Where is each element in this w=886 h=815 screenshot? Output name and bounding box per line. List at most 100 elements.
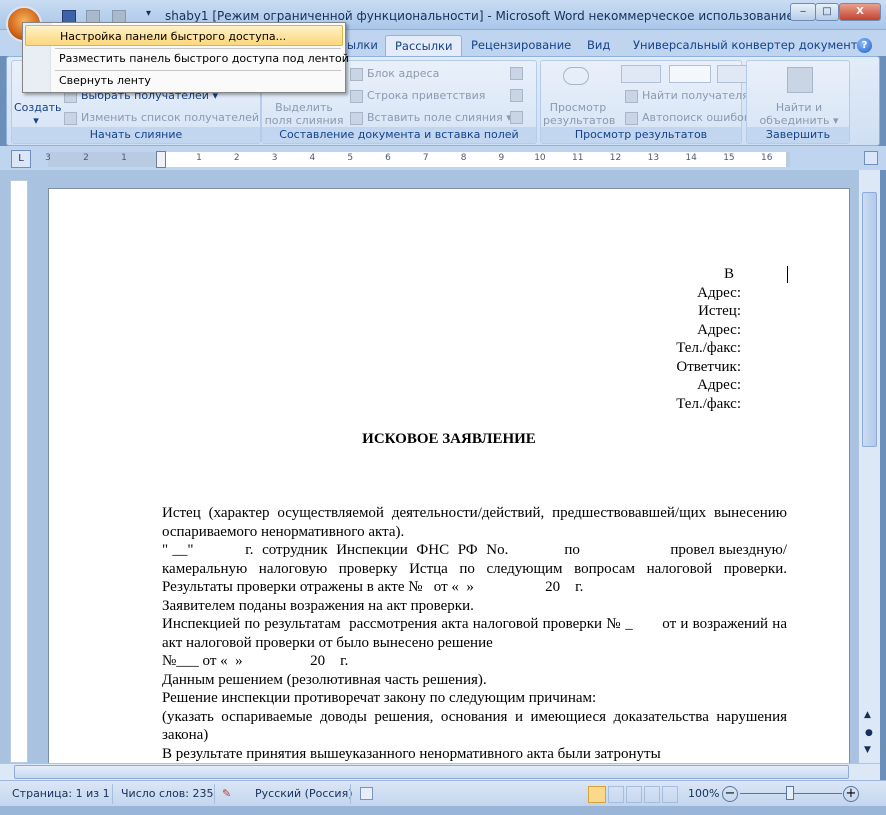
ruler-number: 15 <box>723 153 735 163</box>
zoom-level[interactable]: 100% <box>688 787 719 800</box>
document-page[interactable]: В Адрес: Истец: Адрес: Тел./факс: Ответчик: Ад… <box>48 188 850 788</box>
text-cursor <box>787 266 788 283</box>
menu-item-qat-below-ribbon[interactable]: Разместить панель быстрого доступа под л… <box>25 48 349 69</box>
tab-review[interactable]: Рецензирование <box>462 35 580 56</box>
ruler-number: 3 <box>45 153 51 163</box>
find-icon <box>625 89 638 103</box>
outline-view-button[interactable] <box>644 786 660 803</box>
ruler-number: 14 <box>685 153 697 163</box>
edit-recipients-button[interactable]: Изменить список получателей <box>64 111 259 125</box>
check-icon <box>625 111 638 125</box>
paragraph: Инспекцией по результатам рассмотрения а… <box>162 616 791 651</box>
label: Строка приветствия <box>367 89 486 102</box>
close-button[interactable]: X <box>839 3 881 21</box>
web-layout-view-button[interactable] <box>626 786 642 803</box>
ruler-number: 12 <box>609 153 622 163</box>
highlight-fields-button[interactable]: Выделить поля слияния <box>264 101 344 127</box>
tab-view[interactable]: Вид <box>578 35 619 56</box>
update-labels-icon[interactable] <box>510 111 523 124</box>
language[interactable]: Русский (Россия) <box>255 787 353 800</box>
group-label: Начать слияние <box>12 127 260 143</box>
next-page-icon[interactable]: ▼ <box>864 745 871 755</box>
paragraph: Решение инспекции противоречат закону по… <box>162 690 597 706</box>
label: Изменить список получателей <box>81 111 260 124</box>
ruler-number: 13 <box>647 153 660 163</box>
header-line: Тел./факс: <box>676 395 741 412</box>
zoom-in-button[interactable]: + <box>843 786 859 802</box>
menu-item-minimize-ribbon[interactable]: Свернуть ленту <box>25 70 343 91</box>
create-button[interactable]: Создать ▾ <box>14 101 62 127</box>
header-line: Истец: <box>698 303 741 319</box>
header-line: В <box>723 266 734 282</box>
header-line: Адрес: <box>697 284 741 301</box>
print-layout-view-button[interactable] <box>588 786 606 803</box>
status-bar: Страница: 1 из 1 Число слов: 235 ✎ Русск… <box>0 780 886 806</box>
indent-marker[interactable] <box>156 151 166 168</box>
label: Блок адреса <box>367 67 440 80</box>
auto-check-errors-button[interactable]: Автопоиск ошибок <box>625 111 751 125</box>
ruler-number: 16 <box>761 153 773 163</box>
draft-view-button[interactable] <box>662 786 678 803</box>
tab-converter[interactable]: Универсальный конвертер документов <box>624 35 880 56</box>
edit-list-icon <box>64 111 77 125</box>
minimize-button[interactable]: ‒ <box>790 3 816 21</box>
spelling-icon[interactable]: ✎ <box>222 787 231 800</box>
ruler-number: 2 <box>233 153 240 163</box>
paragraph: Данным решением (резолютивная часть реше… <box>162 671 487 688</box>
preview-results-button[interactable]: Просмотр результатов <box>543 101 615 127</box>
browse-object-icon[interactable]: ● <box>865 728 873 738</box>
greeting-icon <box>350 89 363 103</box>
prev-page-icon[interactable]: ▲ <box>864 710 871 720</box>
document-title: ИСКОВОЕ ЗАЯВЛЕНИЕ <box>362 431 536 447</box>
record-number-input[interactable] <box>669 65 711 83</box>
ruler-number: 2 <box>83 153 89 163</box>
paragraph: №___ от « » 20 г. <box>162 653 349 669</box>
scroll-thumb[interactable] <box>14 765 849 779</box>
paragraph: (указать оспариваемые доводы решения, ос… <box>162 708 787 744</box>
page-count[interactable]: Страница: 1 из 1 <box>12 787 110 800</box>
merge-icon <box>787 67 813 93</box>
ruler-number: 6 <box>385 153 391 163</box>
scroll-thumb[interactable] <box>862 192 877 447</box>
label: Вставить поле слияния <box>367 111 503 124</box>
horizontal-scrollbar[interactable] <box>0 763 880 780</box>
qat-customize-icon[interactable]: ▾ <box>146 8 151 19</box>
horizontal-ruler[interactable]: 3 2 1 1 2 3 4 5 6 7 8 9 10 11 12 13 14 15 16 <box>45 151 790 168</box>
ruler-number: 11 <box>572 153 584 163</box>
ruler-number: 3 <box>271 153 278 163</box>
macro-icon[interactable] <box>360 787 373 800</box>
zoom-slider-thumb[interactable] <box>786 786 794 800</box>
group-preview: Просмотр результатов Найти получателя Ав… <box>540 60 755 144</box>
label: Найти и объединить <box>759 101 830 127</box>
vertical-ruler[interactable] <box>10 180 28 763</box>
rules-icon[interactable] <box>510 67 523 80</box>
word-count[interactable]: Число слов: 235 <box>121 787 214 800</box>
create-label: Создать <box>14 101 62 114</box>
vertical-scrollbar[interactable]: ▲ ● ▼ <box>858 170 880 763</box>
header-line: Адрес: <box>697 321 741 338</box>
ruler-number: 8 <box>460 153 467 163</box>
tab-mailings[interactable]: Рассылки <box>385 35 463 56</box>
ruler-number: 10 <box>534 153 546 163</box>
match-fields-icon[interactable] <box>510 89 523 102</box>
full-screen-view-button[interactable] <box>608 786 624 803</box>
menu-item-customize-qat[interactable]: Настройка панели быстрого доступа... <box>25 25 343 46</box>
paragraph: Истец (характер осуществляемой деятельно… <box>162 505 787 540</box>
first-prev-record-buttons[interactable] <box>621 65 661 83</box>
ruler-number: 1 <box>121 153 127 163</box>
maximize-button[interactable]: □ <box>815 3 839 21</box>
preview-icon <box>563 67 589 85</box>
finish-merge-button[interactable]: Найти и объединить ▾ <box>749 101 849 127</box>
qat-context-menu: Настройка панели быстрого доступа... Раз… <box>22 22 349 93</box>
find-recipient-button[interactable]: Найти получателя <box>625 89 749 103</box>
group-finish: Найти и объединить ▾ Завершить <box>746 60 850 144</box>
insert-merge-field-button[interactable]: Вставить поле слияния ▾ <box>350 111 512 125</box>
merge-field-icon <box>350 111 363 125</box>
window-frame-bottom <box>0 806 886 815</box>
help-icon[interactable]: ? <box>857 38 872 53</box>
zoom-out-button[interactable]: − <box>722 786 738 802</box>
greeting-line-button[interactable]: Строка приветствия <box>350 89 485 103</box>
address-block-button[interactable]: Блок адреса <box>350 67 439 81</box>
view-ruler-icon[interactable] <box>864 151 878 165</box>
tab-selector[interactable]: L <box>11 150 31 168</box>
